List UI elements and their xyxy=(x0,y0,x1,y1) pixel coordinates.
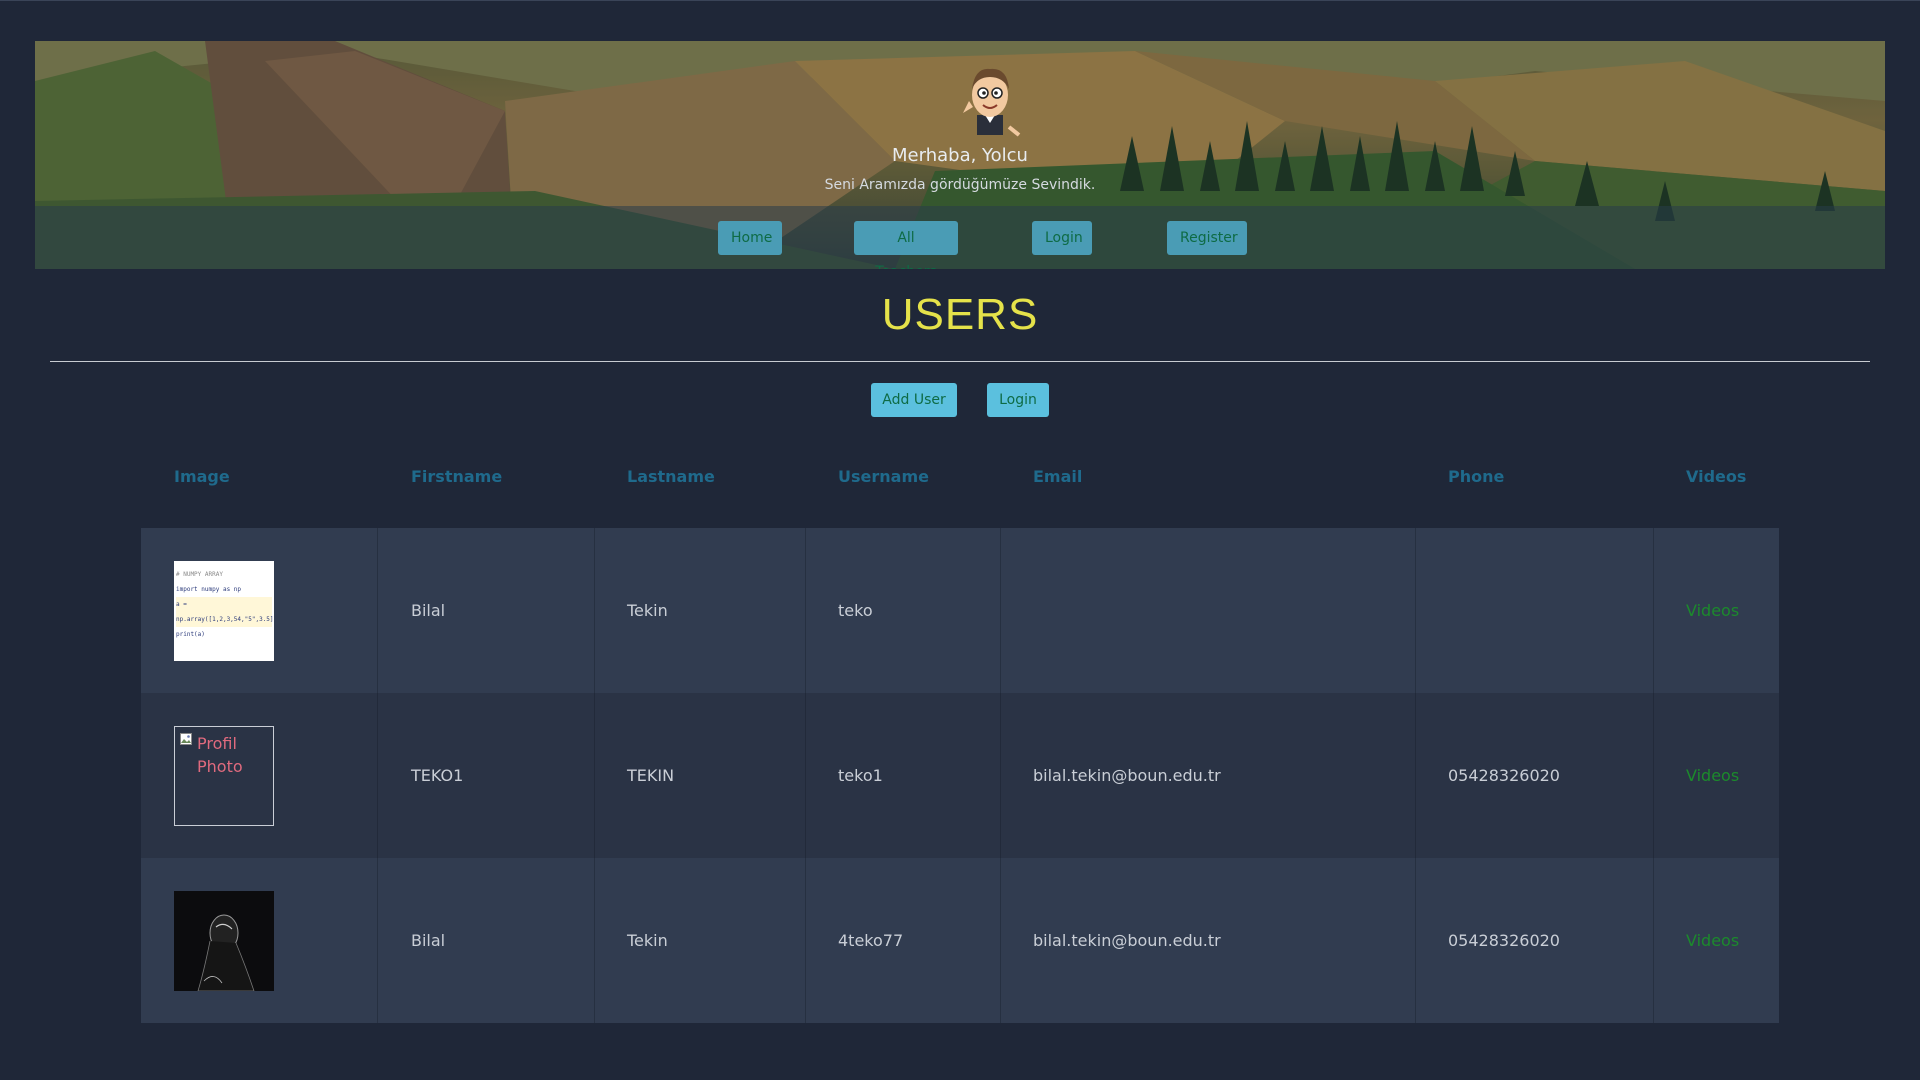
column-header-videos[interactable]: Videos xyxy=(1686,467,1746,486)
nav-login-button[interactable]: Login xyxy=(1032,221,1092,255)
videos-link[interactable]: Videos xyxy=(1686,693,1739,858)
greeting-title: Merhaba, Yolcu xyxy=(892,145,1028,166)
title-divider xyxy=(50,361,1870,362)
nav-bar xyxy=(35,206,1885,269)
avatar-icon xyxy=(963,68,1021,137)
cell-username: 4teko77 xyxy=(838,931,904,950)
hero-header: Merhaba, Yolcu Seni Aramızda gördüğümüze… xyxy=(35,41,1885,269)
cell-lastname: TEKIN xyxy=(627,766,675,785)
column-header-username[interactable]: Username xyxy=(838,467,929,486)
table-row: Bilal Tekin 4teko77 bilal.tekin@boun.edu… xyxy=(141,858,1779,1023)
cell-phone: 05428326020 xyxy=(1448,931,1560,950)
user-photo: Profil Photo xyxy=(174,726,274,826)
top-border xyxy=(0,0,1920,1)
page-title: USERS xyxy=(881,290,1039,339)
cell-firstname: Bilal xyxy=(411,601,446,620)
videos-link[interactable]: Videos xyxy=(1686,528,1739,693)
code-line: # NUMPY ARRAY xyxy=(176,571,223,578)
videos-link[interactable]: Videos xyxy=(1686,858,1739,1023)
column-header-email[interactable]: Email xyxy=(1033,467,1082,486)
column-header-lastname[interactable]: Lastname xyxy=(627,467,715,486)
dark-figure-image xyxy=(197,914,255,991)
nav-home-button[interactable]: Home xyxy=(718,221,782,255)
table-row: # NUMPY ARRAY import numpy as np a = np.… xyxy=(141,528,1779,693)
code-line: a = np.array([1,2,3,54,"5",3.5]) xyxy=(176,597,274,627)
cell-firstname: TEKO1 xyxy=(411,766,464,785)
cell-username: teko1 xyxy=(838,766,883,785)
login-button[interactable]: Login xyxy=(987,383,1049,417)
cell-phone: 05428326020 xyxy=(1448,766,1560,785)
cell-username: teko xyxy=(838,601,873,620)
column-header-image[interactable]: Image xyxy=(174,467,230,486)
column-header-phone[interactable]: Phone xyxy=(1448,467,1504,486)
greeting-subtitle: Seni Aramızda gördüğümüze Sevindik. xyxy=(824,177,1096,193)
cell-email: bilal.tekin@boun.edu.tr xyxy=(1033,766,1221,785)
add-user-button[interactable]: Add User xyxy=(871,383,957,417)
code-line: import numpy as np xyxy=(176,586,242,593)
broken-image-icon xyxy=(180,733,192,745)
user-photo: # NUMPY ARRAY import numpy as np a = np.… xyxy=(174,561,274,661)
cell-lastname: Tekin xyxy=(627,601,668,620)
nav-register-button[interactable]: Register xyxy=(1167,221,1247,255)
nav-all-teachers-button[interactable]: All Teachers xyxy=(854,221,958,269)
code-line: print(a) xyxy=(176,631,205,638)
cell-lastname: Tekin xyxy=(627,931,668,950)
image-alt-text: Profil Photo xyxy=(197,734,243,776)
column-header-firstname[interactable]: Firstname xyxy=(411,467,502,486)
cell-email: bilal.tekin@boun.edu.tr xyxy=(1033,931,1221,950)
cell-firstname: Bilal xyxy=(411,931,446,950)
table-row: Profil Photo TEKO1 TEKIN teko1 bilal.tek… xyxy=(141,693,1779,858)
user-photo xyxy=(174,891,274,991)
